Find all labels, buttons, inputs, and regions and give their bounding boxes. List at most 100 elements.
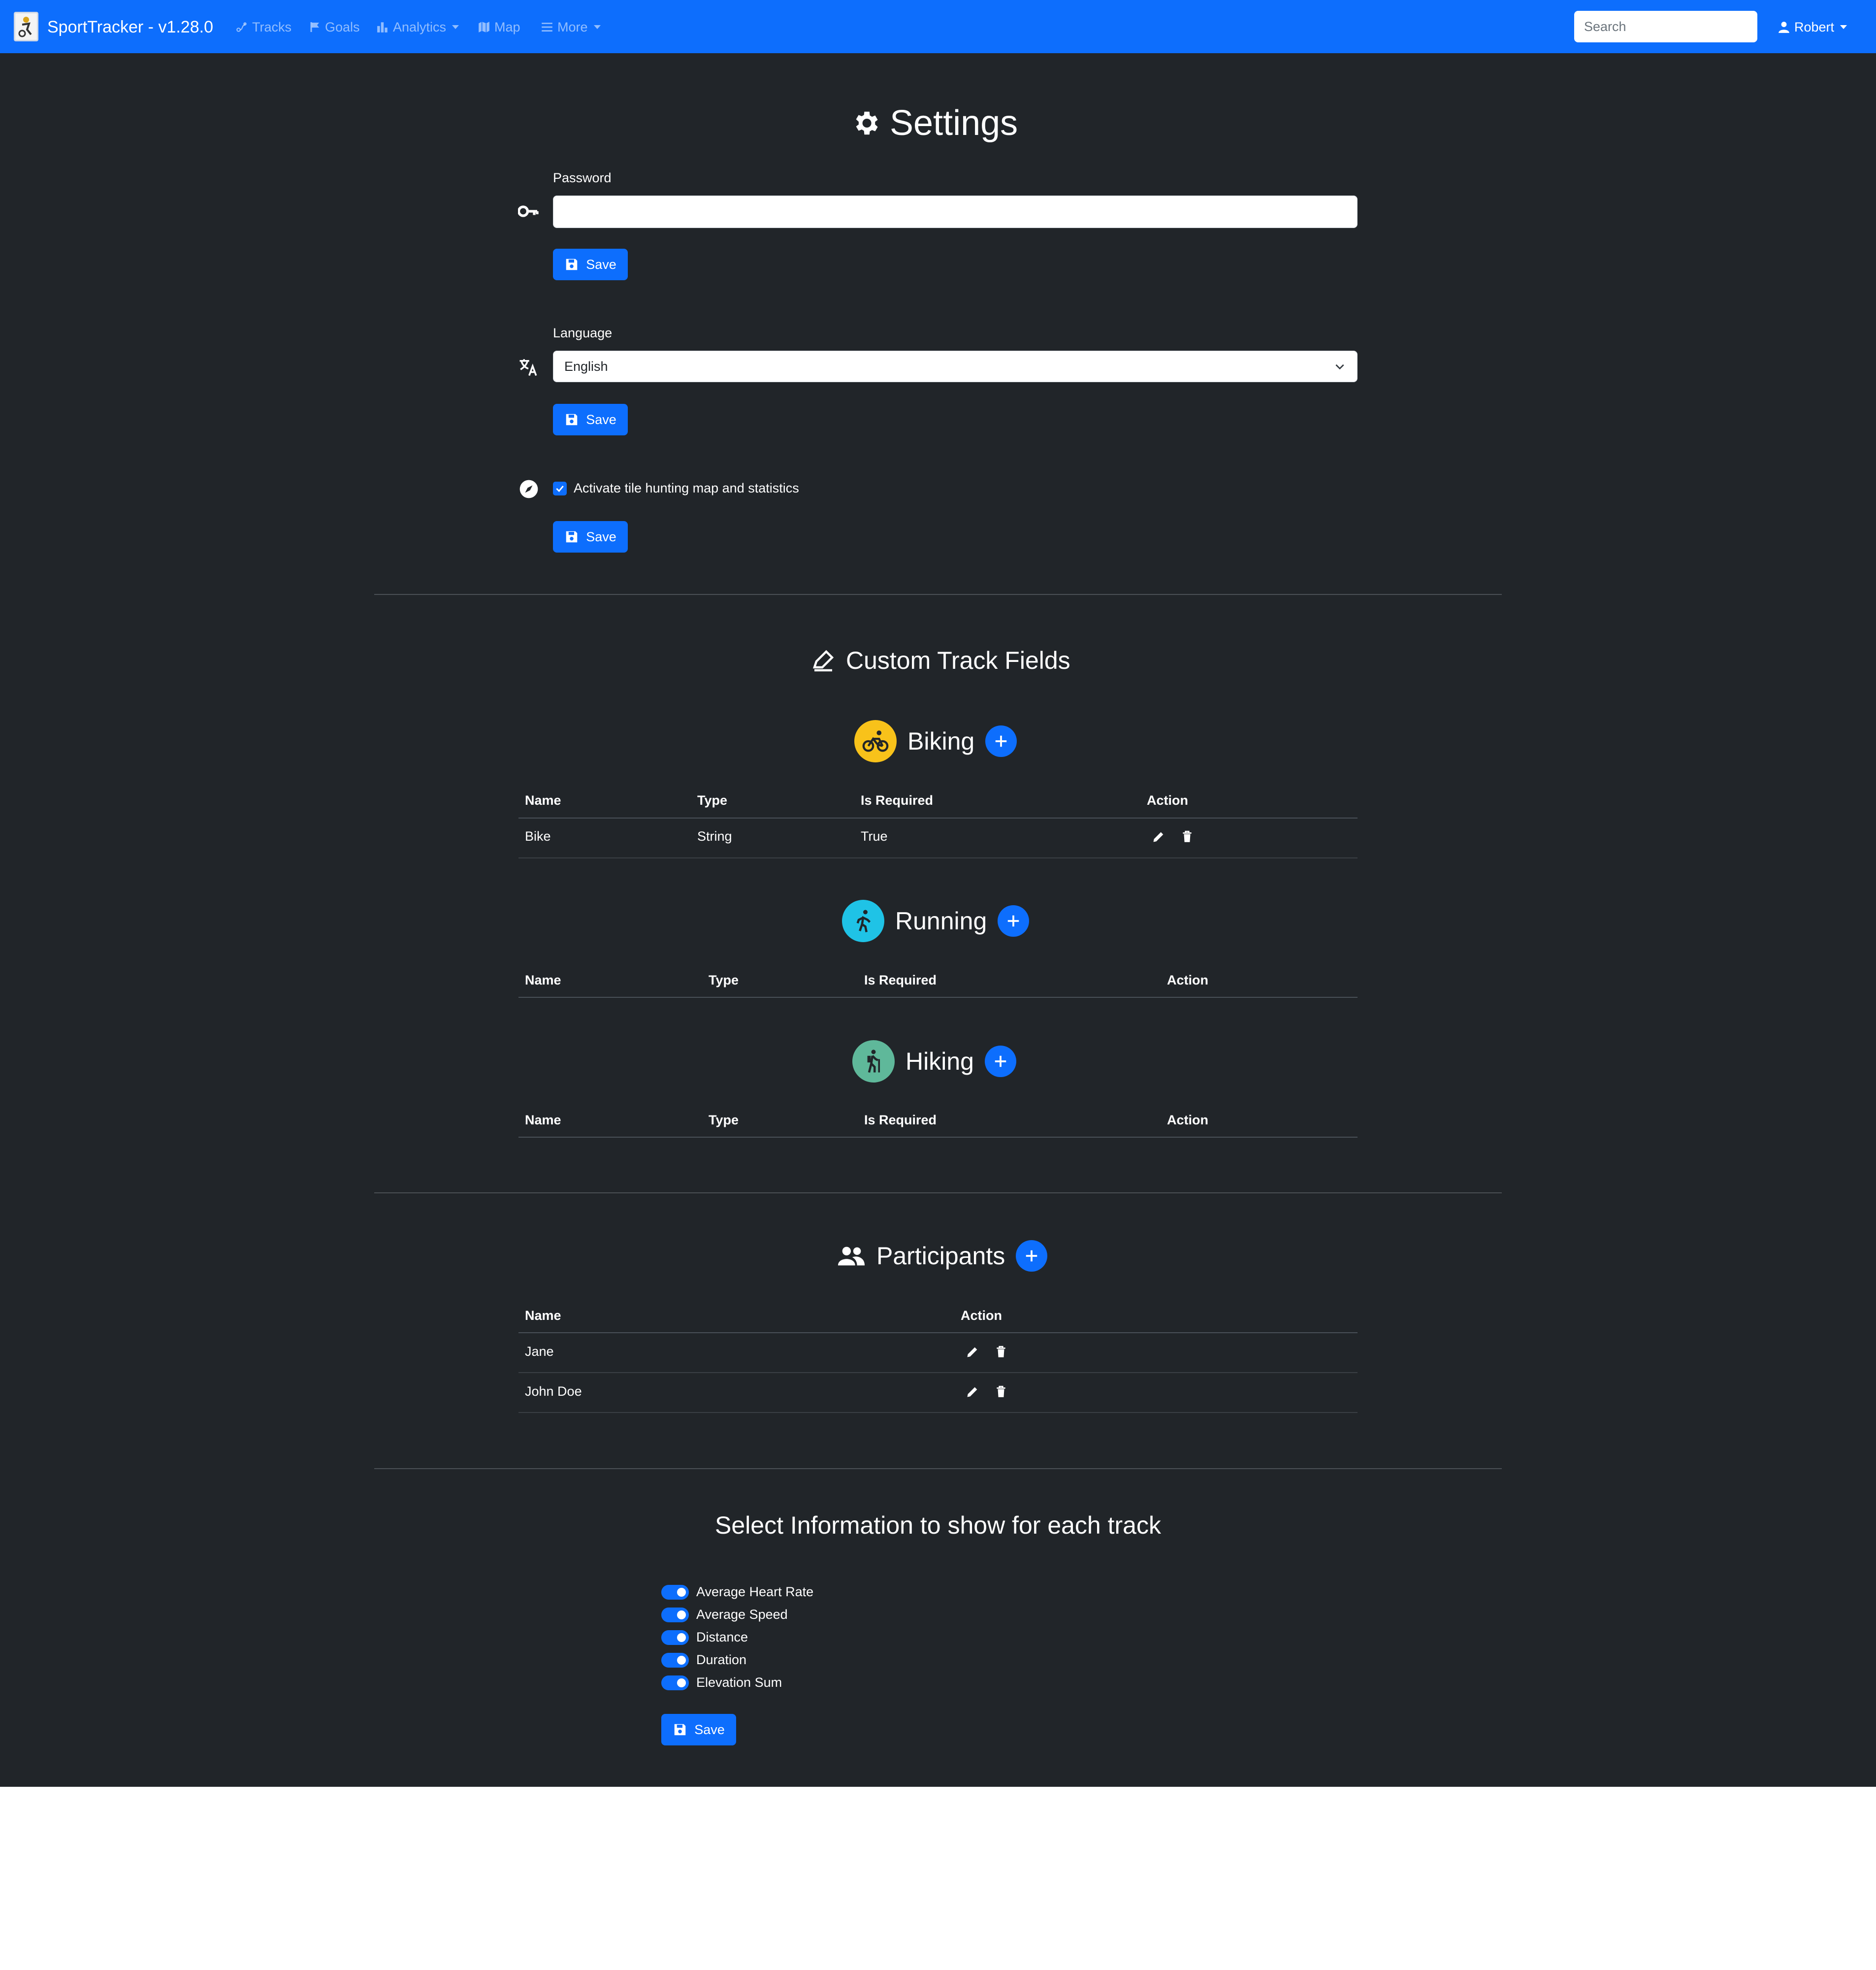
toggle-label: Distance <box>696 1630 748 1644</box>
nav-map[interactable]: Map <box>478 15 520 39</box>
settings-heading: Settings <box>850 98 1018 148</box>
add-biking-field-button[interactable] <box>985 725 1017 757</box>
toggle-label: Average Heart Rate <box>696 1584 814 1599</box>
add-hiking-field-button[interactable] <box>984 1046 1016 1077</box>
toggle-label: Average Speed <box>696 1607 788 1622</box>
divider <box>374 1192 1502 1193</box>
table-header-divider <box>518 1137 1358 1138</box>
sport-heading-hiking: Hiking <box>852 1040 1016 1083</box>
field-name: Bike <box>525 829 551 844</box>
toggle-average-speed[interactable] <box>661 1608 689 1622</box>
track-info-title: Select Information to show for each trac… <box>715 1511 1161 1539</box>
key-icon <box>518 205 539 217</box>
tracks-icon <box>236 22 247 32</box>
delete-participant-button[interactable] <box>992 1383 1010 1401</box>
plus-icon <box>995 1055 1006 1067</box>
save-track-info-button[interactable]: Save <box>661 1714 736 1745</box>
edit-participant-button[interactable] <box>964 1343 981 1361</box>
nav-map-label: Map <box>494 19 520 34</box>
navbar: SportTracker - v1.28.0 Tracks Goals Anal… <box>0 0 1876 53</box>
plus-icon <box>995 735 1007 747</box>
plus-icon <box>1026 1250 1037 1262</box>
hiking-icon <box>852 1040 895 1083</box>
toggle-label: Duration <box>696 1652 747 1667</box>
gear-icon <box>856 111 878 135</box>
column-header-type: Type <box>709 1113 739 1127</box>
save-label: Save <box>586 412 616 427</box>
column-header-name: Name <box>525 793 561 808</box>
divider <box>374 594 1502 595</box>
language-select[interactable]: English <box>553 351 1358 382</box>
nav-goals[interactable]: Goals <box>309 15 360 39</box>
nav-tracks[interactable]: Tracks <box>235 15 291 39</box>
trash-icon <box>1183 830 1192 842</box>
column-header-action: Action <box>1167 1113 1208 1127</box>
save-icon <box>566 414 578 426</box>
trash-icon <box>997 1385 1005 1397</box>
compass-icon <box>519 480 538 498</box>
field-type: String <box>697 829 732 844</box>
chevron-down-icon <box>452 25 459 29</box>
save-password-button[interactable]: Save <box>553 249 628 280</box>
column-header-name: Name <box>525 1308 561 1323</box>
edit-field-button[interactable] <box>1150 828 1167 846</box>
table-row-divider <box>518 1372 1358 1373</box>
table-row-divider <box>518 857 1358 858</box>
column-header-name: Name <box>525 973 561 987</box>
user-icon <box>1779 22 1789 33</box>
delete-participant-button[interactable] <box>992 1343 1010 1361</box>
edit-icon <box>967 1347 977 1357</box>
language-value: English <box>564 359 608 374</box>
column-header-action: Action <box>1167 973 1208 987</box>
delete-field-button[interactable] <box>1178 828 1196 846</box>
user-menu[interactable]: Robert <box>1778 15 1847 39</box>
plus-icon <box>1008 915 1019 927</box>
tile-hunting-label: Activate tile hunting map and statistics <box>574 481 799 495</box>
sport-heading-running: Running <box>842 900 1030 942</box>
toggle-elevation-sum[interactable] <box>661 1675 689 1690</box>
brand-title[interactable]: SportTracker - v1.28.0 <box>47 15 213 39</box>
edit-participant-button[interactable] <box>964 1383 981 1401</box>
trash-icon <box>997 1346 1005 1357</box>
sport-name: Biking <box>907 727 975 755</box>
toggle-distance[interactable] <box>661 1630 689 1645</box>
save-language-button[interactable]: Save <box>553 404 628 435</box>
participant-name: John Doe <box>525 1384 582 1399</box>
table-header-divider <box>518 818 1358 819</box>
nav-analytics[interactable]: Analytics <box>376 15 459 39</box>
custom-fields-title: Custom Track Fields <box>846 647 1070 674</box>
nav-more[interactable]: More <box>541 15 601 39</box>
running-icon <box>842 900 884 942</box>
people-icon <box>838 1247 865 1266</box>
nav-analytics-label: Analytics <box>393 19 447 34</box>
save-icon <box>566 531 578 543</box>
custom-fields-heading: Custom Track Fields <box>811 643 1070 678</box>
add-participant-button[interactable] <box>1016 1240 1048 1272</box>
sport-name: Hiking <box>906 1048 974 1075</box>
checkmark-icon <box>556 486 564 492</box>
translate-icon <box>519 359 537 376</box>
column-header-type: Type <box>697 793 728 808</box>
participant-name: Jane <box>525 1344 554 1359</box>
password-field[interactable] <box>553 196 1358 228</box>
add-running-field-button[interactable] <box>998 905 1030 937</box>
bar-chart-icon <box>377 22 388 33</box>
save-label: Save <box>586 257 616 272</box>
tile-hunting-checkbox[interactable] <box>553 482 567 495</box>
table-row-divider <box>518 1412 1358 1413</box>
edit-icon <box>1153 832 1164 842</box>
save-label: Save <box>694 1722 725 1737</box>
save-label: Save <box>586 529 616 544</box>
column-header-action: Action <box>961 1308 1002 1323</box>
field-required: True <box>861 829 888 844</box>
toggle-duration[interactable] <box>661 1653 689 1668</box>
participants-title: Participants <box>876 1242 1005 1270</box>
search-input[interactable] <box>1574 11 1757 42</box>
nav-tracks-label: Tracks <box>252 19 291 34</box>
list-icon <box>542 23 552 32</box>
brand-logo-icon[interactable] <box>14 12 38 41</box>
save-tile-hunting-button[interactable]: Save <box>553 521 628 553</box>
toggle-average-heart-rate[interactable] <box>661 1585 689 1600</box>
chevron-down-icon <box>1840 25 1847 29</box>
sport-name: Running <box>895 907 987 935</box>
